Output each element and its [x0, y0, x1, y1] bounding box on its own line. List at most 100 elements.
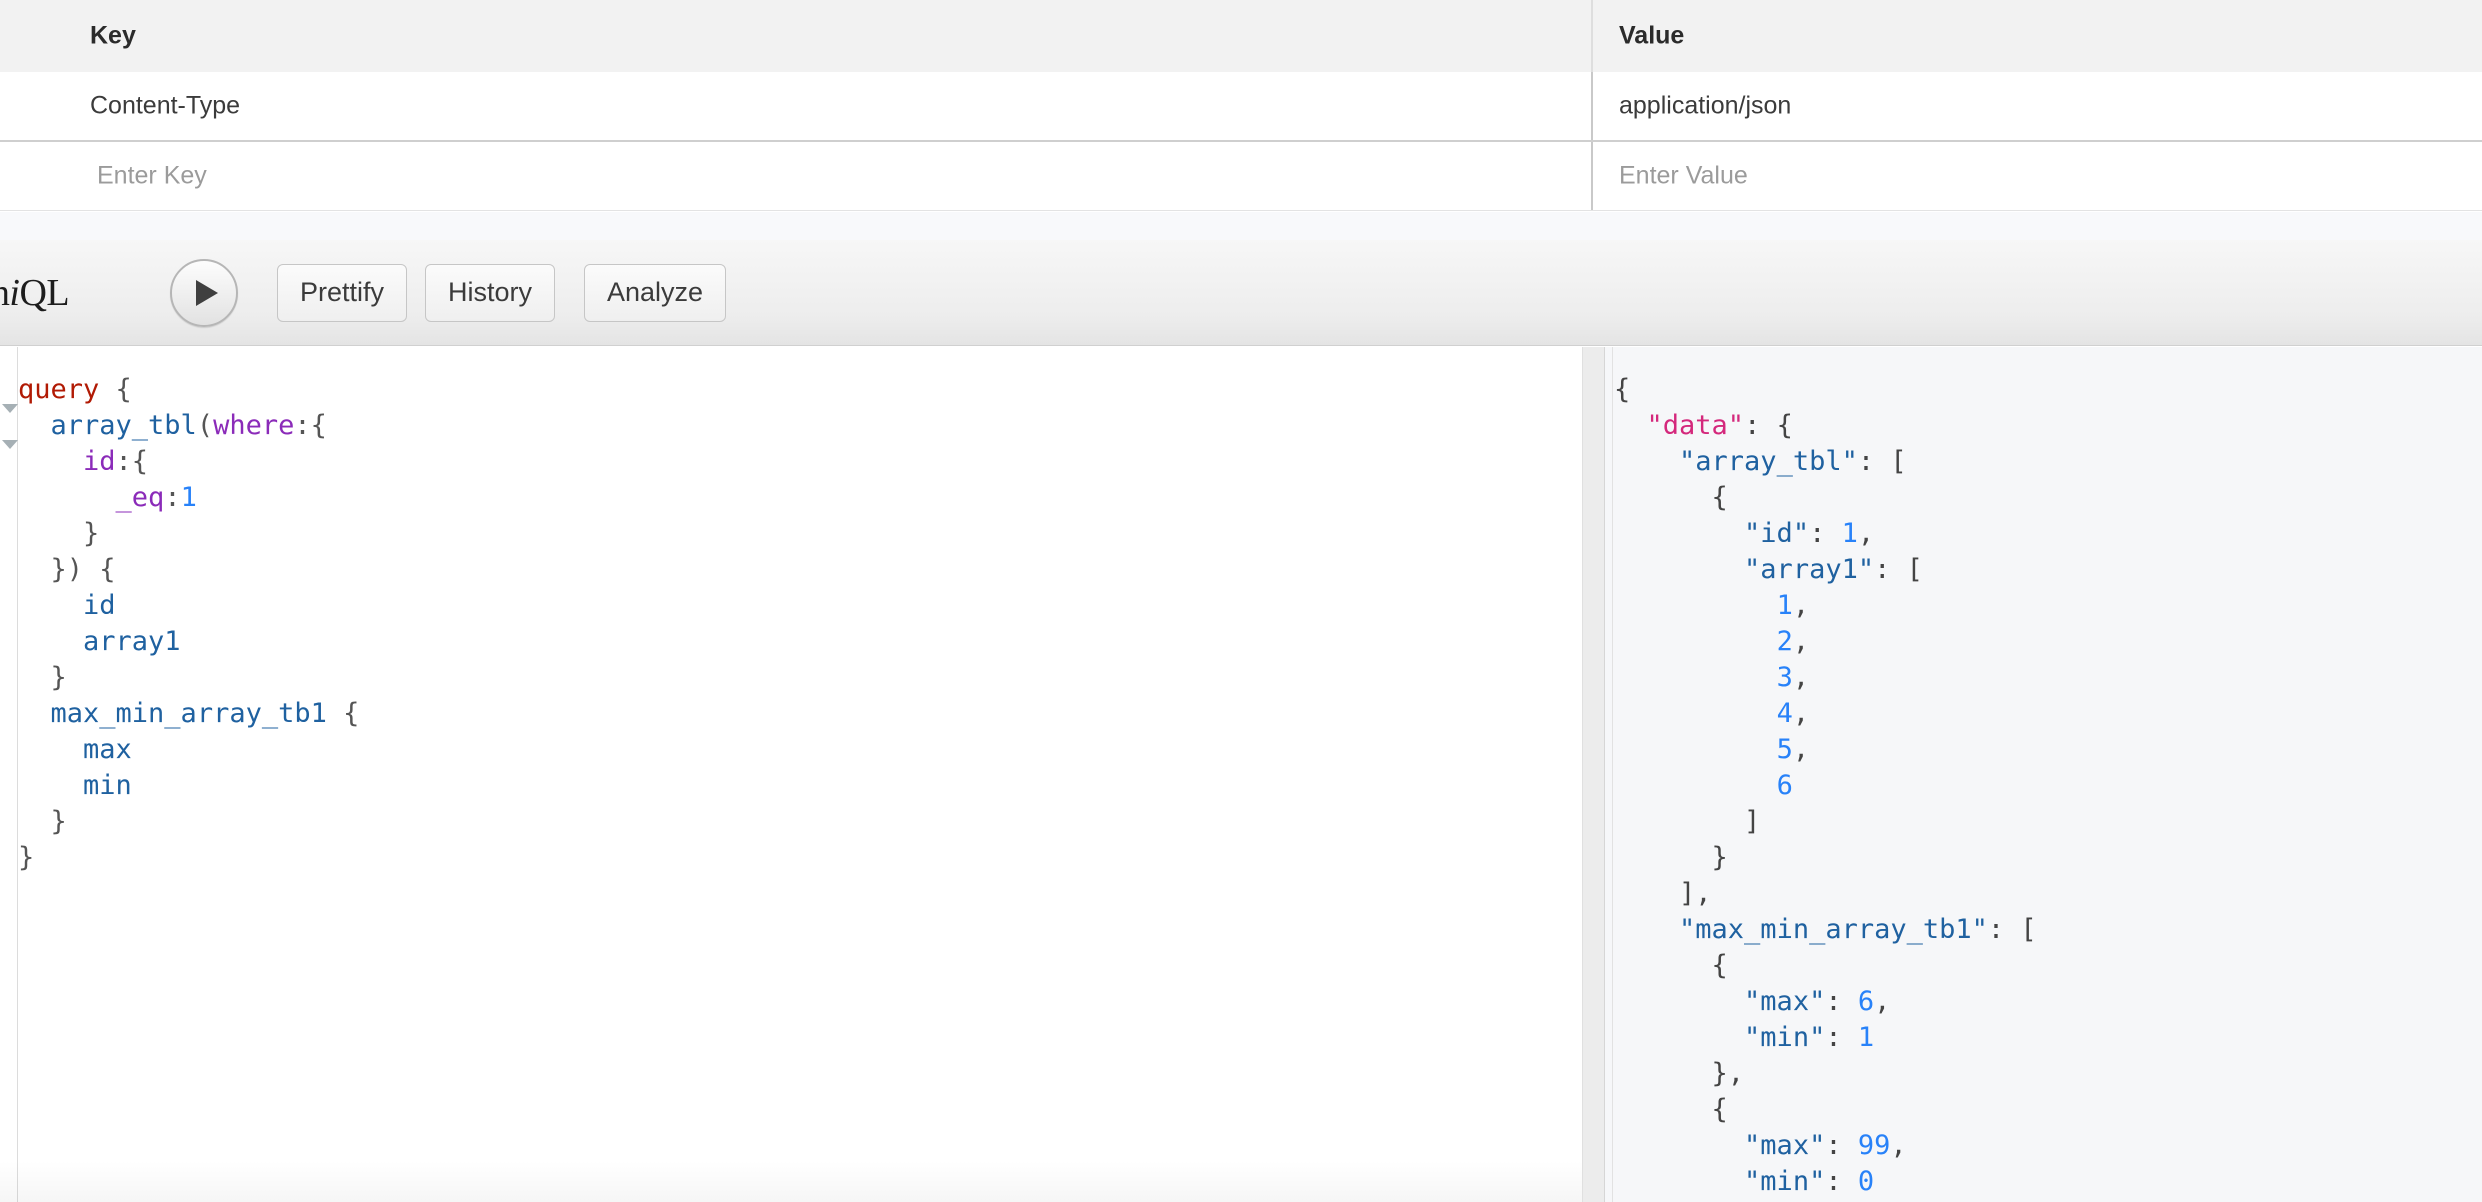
code-token: :{	[115, 446, 149, 477]
code-line: "data": {	[1614, 408, 2037, 444]
code-token: "max"	[1744, 1130, 1826, 1161]
code-token: "min"	[1744, 1022, 1826, 1053]
code-token: }	[1614, 842, 1728, 873]
code-line: "array1": [	[1614, 552, 2037, 588]
headers-table-header-row: Key Value	[0, 0, 2482, 72]
code-token: 5	[1776, 734, 1793, 765]
pane-resize-handle[interactable]	[1582, 347, 1605, 1202]
code-token: ,	[1857, 518, 1875, 549]
code-token: {	[1614, 374, 1631, 405]
code-line: "max": 99,	[1614, 1128, 2037, 1164]
play-icon	[195, 279, 218, 306]
editor-gutter	[0, 347, 18, 1202]
code-line: id	[18, 588, 359, 624]
result-gutter	[1605, 347, 1613, 1202]
new-header-key-cell[interactable]: Enter Key	[0, 142, 1593, 210]
code-token: max_min_array_tb1	[50, 698, 327, 729]
header-cell-value: Value	[1593, 0, 2482, 72]
table-row-new[interactable]: Enter Key Enter Value	[0, 142, 2482, 211]
code-line: id:{	[18, 444, 359, 480]
code-token: : [	[1987, 914, 2037, 945]
new-key-input-placeholder[interactable]: Enter Key	[97, 162, 207, 191]
code-line: {	[1614, 1092, 2037, 1128]
execute-query-button[interactable]	[170, 258, 238, 327]
analyze-button[interactable]: Analyze	[584, 263, 727, 322]
query-editor-code[interactable]: query { array_tbl(where:{ id:{ _eq:1 } }…	[18, 372, 359, 876]
fold-arrow-icon[interactable]	[2, 440, 18, 449]
code-line: "max_min_array_tb1": [	[1614, 912, 2037, 948]
code-token: :	[164, 482, 181, 513]
code-token: array1	[83, 626, 181, 657]
code-line: 6	[1614, 768, 2037, 804]
new-header-value-cell[interactable]: Enter Value	[1593, 142, 2482, 210]
code-token: ]	[1614, 806, 1761, 837]
code-token: {	[1614, 1094, 1728, 1125]
code-token: }	[18, 518, 100, 549]
code-token: 3	[1776, 662, 1793, 693]
code-line: {	[1614, 372, 2037, 408]
code-token: {	[1614, 482, 1728, 513]
code-token: min	[83, 770, 132, 801]
table-row[interactable]: Content-Type application/json	[0, 72, 2482, 142]
fold-arrow-icon[interactable]	[2, 404, 18, 413]
new-value-input-placeholder[interactable]: Enter Value	[1619, 162, 1748, 191]
code-token: :	[1809, 518, 1842, 549]
code-line: 5,	[1614, 732, 2037, 768]
code-token: (	[196, 410, 214, 441]
code-line: array_tbl(where:{	[18, 408, 359, 444]
editor-result-container: query { array_tbl(where:{ id:{ _eq:1 } }…	[0, 347, 2482, 1202]
header-key-cell[interactable]: Content-Type	[0, 72, 1593, 140]
code-token: max	[83, 734, 132, 765]
prettify-button[interactable]: Prettify	[277, 263, 408, 322]
code-token: "id"	[1744, 518, 1810, 549]
code-token: },	[1614, 1058, 1745, 1089]
code-line: }	[18, 516, 359, 552]
header-value-cell[interactable]: application/json	[1593, 72, 2482, 140]
code-token: : [	[1874, 554, 1923, 585]
result-viewer-code: { "data": { "array_tbl": [ { "id": 1, "a…	[1614, 372, 2037, 1200]
code-token: 6	[1776, 770, 1793, 801]
logo-italic-i: i	[9, 271, 20, 314]
logo-suffix: QL	[19, 271, 70, 314]
code-line: "max": 6,	[1614, 984, 2037, 1020]
code-line: "array_tbl": [	[1614, 444, 2037, 480]
code-line: "id": 1,	[1614, 516, 2037, 552]
code-token: :	[1825, 986, 1858, 1017]
request-headers-table: Key Value Content-Type application/json …	[0, 0, 2482, 212]
code-token: :	[1825, 1166, 1858, 1197]
code-line: query {	[18, 372, 359, 408]
code-token: ,	[1874, 986, 1891, 1017]
code-token: query	[18, 374, 100, 405]
code-line: 1,	[1614, 588, 2037, 624]
query-editor-pane[interactable]: query { array_tbl(where:{ id:{ _eq:1 } }…	[0, 347, 1582, 1202]
code-token: ,	[1792, 662, 1810, 693]
code-line: }	[1614, 840, 2037, 876]
code-line: _eq:1	[18, 480, 359, 516]
code-token: 1	[1857, 1022, 1875, 1053]
code-token: ,	[1792, 626, 1810, 657]
header-value-text: application/json	[1619, 91, 1792, 120]
code-token: 1	[1776, 590, 1793, 621]
code-line: },	[1614, 1056, 2037, 1092]
graphiql-screen: Key Value Content-Type application/json …	[0, 0, 2482, 1202]
code-token: 0	[1857, 1166, 1875, 1197]
code-line: }	[18, 660, 359, 696]
result-viewer-pane[interactable]: { "data": { "array_tbl": [ { "id": 1, "a…	[1605, 347, 2482, 1202]
code-line: array1	[18, 624, 359, 660]
column-header-value: Value	[1619, 21, 1685, 50]
code-token: "max"	[1744, 986, 1826, 1017]
history-button[interactable]: History	[425, 263, 556, 322]
